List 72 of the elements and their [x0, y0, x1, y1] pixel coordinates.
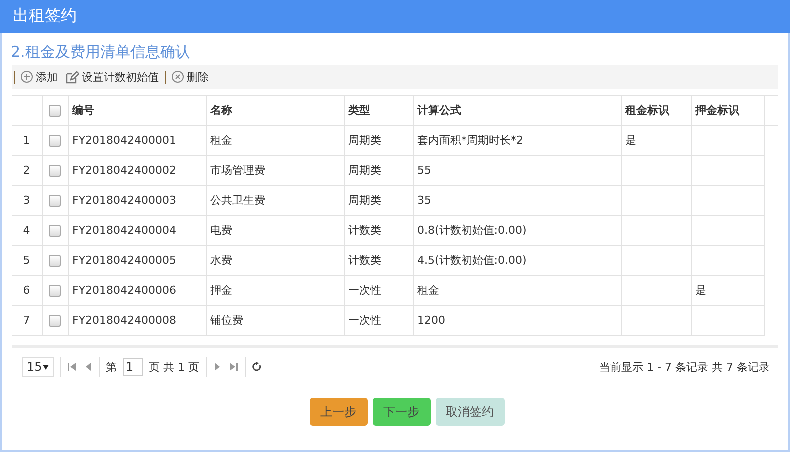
edit-icon [66, 70, 79, 84]
add-button[interactable]: 添加 [19, 70, 60, 84]
previous-step-button[interactable]: 上一步 [310, 398, 368, 426]
row-number: 5 [12, 246, 42, 276]
table-cell: 公共卫生费 [206, 186, 344, 216]
refresh-icon[interactable] [252, 362, 262, 372]
page-count: 页 共 1 页 [149, 360, 200, 374]
row-number: 7 [12, 306, 42, 336]
table-cell: FY2018042400003 [68, 186, 206, 216]
table-cell: 0.8(计数初始值:0.00) [413, 216, 621, 246]
table-cell: FY2018042400005 [68, 246, 206, 276]
column-header: 类型 [344, 96, 413, 126]
row-number: 2 [12, 156, 42, 186]
caret-icon [43, 364, 49, 370]
checkbox[interactable] [49, 314, 61, 326]
column-header: 编号 [68, 96, 206, 126]
table-cell: 是 [691, 276, 764, 306]
table-cell: 35 [413, 186, 621, 216]
checkbox[interactable] [49, 254, 61, 266]
table-cell: 押金 [206, 276, 344, 306]
cancel-button[interactable]: 取消签约 [436, 398, 504, 426]
page-label: 第 [106, 360, 117, 374]
table-cell: FY2018042400001 [68, 126, 206, 156]
next-step-button[interactable]: 下一步 [372, 398, 430, 426]
window-title: 出租签约 [0, 0, 790, 33]
table-cell: 周期类 [344, 126, 413, 156]
checkbox[interactable] [49, 104, 61, 116]
table-cell: 电费 [206, 216, 344, 246]
last-page-icon[interactable] [228, 362, 238, 372]
section-title: 2.租金及费用清单信息确认 [10, 42, 192, 63]
column-header: 租金标识 [621, 96, 691, 126]
record-info: 当前显示 1 - 7 条记录 共 7 条记录 [600, 360, 770, 374]
row-number: 6 [12, 276, 42, 306]
table-cell: FY2018042400006 [68, 276, 206, 306]
table-cell: 是 [621, 126, 691, 156]
row-number: 1 [12, 126, 42, 156]
column-header: 计算公式 [413, 96, 621, 126]
table-cell: 4.5(计数初始值:0.00) [413, 246, 621, 276]
row-number: 4 [12, 216, 42, 246]
next-page-icon[interactable] [212, 362, 222, 372]
table-cell: 周期类 [344, 186, 413, 216]
column-header: 押金标识 [691, 96, 764, 126]
table-cell: 铺位费 [206, 306, 344, 336]
table-cell: FY2018042400008 [68, 306, 206, 336]
table-cell: 55 [413, 156, 621, 186]
table-cell: 1200 [413, 306, 621, 336]
column-header: 名称 [206, 96, 344, 126]
checkbox[interactable] [49, 134, 61, 146]
table-cell: 一次性 [344, 306, 413, 336]
checkbox[interactable] [49, 284, 61, 296]
checkbox[interactable] [49, 194, 61, 206]
table-cell: 水费 [206, 246, 344, 276]
table-cell: 租金 [206, 126, 344, 156]
checkbox[interactable] [49, 164, 61, 176]
plus-circle-icon [21, 71, 33, 83]
first-page-icon[interactable] [67, 362, 77, 372]
table-cell: 计数类 [344, 216, 413, 246]
row-number: 3 [12, 186, 42, 216]
table-cell: 租金 [413, 276, 621, 306]
table-cell: FY2018042400004 [68, 216, 206, 246]
table-cell: FY2018042400002 [68, 156, 206, 186]
delete-button[interactable]: 删除 [170, 70, 211, 84]
checkbox[interactable] [49, 224, 61, 236]
table-cell: 一次性 [344, 276, 413, 306]
edit-button[interactable]: 设置计数初始值 [64, 70, 161, 84]
page-input[interactable]: 1 [123, 358, 143, 376]
table-cell: 市场管理费 [206, 156, 344, 186]
close-circle-icon [172, 71, 184, 83]
page-size-select[interactable]: 15 [22, 357, 54, 377]
table-cell: 套内面积*周期时长*2 [413, 126, 621, 156]
table-cell: 周期类 [344, 156, 413, 186]
table-cell: 计数类 [344, 246, 413, 276]
